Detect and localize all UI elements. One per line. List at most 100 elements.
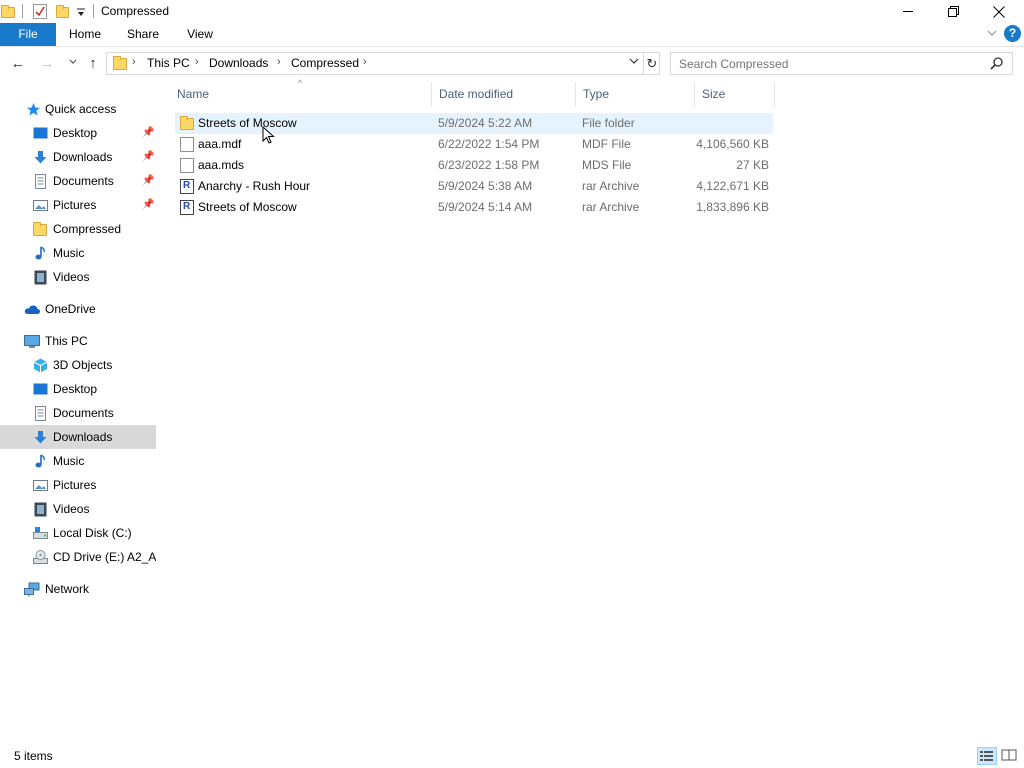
sidebar-item-network[interactable]: Network — [0, 577, 156, 601]
recent-locations-button[interactable] — [64, 55, 82, 73]
sidebar-item-this-pc[interactable]: This PC — [0, 329, 156, 353]
column-header-type[interactable]: Type — [576, 82, 695, 107]
file-name[interactable]: Streets of Moscow — [198, 200, 297, 214]
pin-icon[interactable]: 📌 — [142, 127, 154, 138]
back-button[interactable]: ← — [9, 55, 27, 73]
sidebar-item-cd-drive[interactable]: CD Drive (E:) A2_AN — [0, 545, 156, 569]
sidebar-item-quick-access[interactable]: Quick access — [0, 97, 156, 121]
sidebar-item-label: Quick access — [45, 102, 117, 116]
item-count: 5 items — [14, 749, 53, 763]
sidebar-item-videos[interactable]: Videos — [0, 497, 156, 521]
sidebar-item-label: Videos — [53, 502, 90, 516]
file-type: rar Archive — [582, 200, 640, 214]
new-folder-icon[interactable] — [56, 5, 69, 18]
sidebar-item-label: Local Disk (C:) — [53, 526, 132, 540]
file-date: 5/9/2024 5:22 AM — [438, 116, 533, 130]
sidebar-item-3d-objects[interactable]: 3D Objects — [0, 353, 156, 377]
file-size: 4,122,671 KB — [696, 179, 769, 193]
tab-share[interactable]: Share — [120, 23, 166, 46]
pictures-icon — [33, 478, 48, 493]
music-icon — [33, 454, 48, 469]
3d-objects-icon — [33, 358, 48, 373]
table-row[interactable]: aaa.mds 6/23/2022 1:58 PM MDS File 27 KB — [175, 155, 773, 176]
breadcrumb-compressed[interactable]: Compressed — [291, 56, 359, 70]
large-icons-view-icon[interactable] — [1000, 747, 1020, 765]
breadcrumb-separator[interactable]: › — [195, 56, 199, 68]
sidebar-item-label: Documents — [53, 174, 114, 188]
sidebar-item-label: Music — [53, 246, 85, 260]
address-bar[interactable]: › This PC › Downloads › Compressed › ↻ — [106, 52, 660, 75]
search-box[interactable] — [670, 52, 1013, 75]
file-name[interactable]: aaa.mdf — [198, 137, 241, 151]
sidebar-item-pictures[interactable]: Pictures 📌 — [0, 193, 156, 217]
desktop-icon — [33, 126, 48, 141]
sidebar-item-label: Downloads — [53, 150, 113, 164]
refresh-button[interactable]: ↻ — [643, 53, 660, 74]
search-icon[interactable] — [989, 56, 1005, 72]
sidebar-item-label: Network — [45, 582, 90, 596]
file-name[interactable]: Anarchy - Rush Hour — [198, 179, 310, 193]
breadcrumb-separator[interactable]: › — [363, 56, 367, 68]
sidebar-item-music[interactable]: Music — [0, 449, 156, 473]
navigation-bar: ← → ↑ › This PC › Downloads › Compressed… — [0, 47, 1024, 81]
details-view-icon[interactable] — [977, 747, 997, 765]
file-name[interactable]: aaa.mds — [198, 158, 244, 172]
tab-home[interactable]: Home — [60, 23, 110, 46]
customize-dropdown-icon[interactable] — [75, 5, 87, 19]
sidebar-item-documents[interactable]: Documents — [0, 401, 156, 425]
forward-button[interactable]: → — [38, 55, 56, 73]
sidebar-item-downloads[interactable]: Downloads — [0, 425, 156, 449]
window-title: Compressed — [101, 4, 170, 18]
column-header-size[interactable]: Size — [695, 82, 775, 107]
file-date: 6/22/2022 1:54 PM — [438, 137, 540, 151]
file-name[interactable]: Streets of Moscow — [198, 116, 297, 130]
sidebar-item-downloads[interactable]: Downloads 📌 — [0, 145, 156, 169]
pin-icon[interactable]: 📌 — [142, 151, 154, 162]
sidebar-item-label: Desktop — [53, 126, 98, 140]
sidebar-item-label: Compressed — [53, 222, 122, 236]
properties-icon[interactable] — [33, 4, 47, 19]
up-button[interactable]: ↑ — [84, 55, 102, 73]
breadcrumb-downloads[interactable]: Downloads — [209, 56, 268, 70]
table-row[interactable]: Streets of Moscow 5/9/2024 5:14 AM rar A… — [175, 197, 773, 218]
rar-archive-icon — [180, 200, 194, 215]
sidebar-item-onedrive[interactable]: OneDrive — [0, 297, 156, 321]
sidebar-item-label: Desktop — [53, 382, 98, 396]
help-icon[interactable]: ? — [1004, 25, 1021, 42]
sidebar-item-desktop[interactable]: Desktop — [0, 377, 156, 401]
file-size: 4,106,560 KB — [696, 137, 769, 151]
sidebar-item-documents[interactable]: Documents 📌 — [0, 169, 156, 193]
pin-icon[interactable]: 📌 — [142, 175, 154, 186]
sidebar-item-compressed[interactable]: Compressed — [0, 217, 156, 241]
star-icon — [26, 102, 41, 117]
rar-archive-icon — [180, 179, 194, 194]
sidebar-item-label: This PC — [45, 334, 88, 348]
sidebar-item-music[interactable]: Music — [0, 241, 156, 265]
file-icon — [180, 158, 194, 173]
breadcrumb-separator[interactable]: › — [132, 56, 136, 68]
expand-ribbon-icon[interactable] — [985, 27, 999, 41]
close-button[interactable] — [976, 0, 1022, 23]
folder-icon — [33, 222, 47, 236]
sidebar-item-label: Documents — [53, 406, 114, 420]
sidebar-item-desktop[interactable]: Desktop 📌 — [0, 121, 156, 145]
sidebar-item-videos[interactable]: Videos — [0, 265, 156, 289]
tab-file[interactable]: File — [0, 23, 56, 46]
pin-icon[interactable]: 📌 — [142, 199, 154, 210]
sidebar-item-label: Videos — [53, 270, 90, 284]
address-dropdown-icon[interactable] — [627, 55, 641, 72]
folder-icon — [113, 56, 127, 70]
sidebar-item-label: CD Drive (E:) A2_AN — [53, 550, 156, 564]
breadcrumb-separator[interactable]: › — [277, 56, 281, 68]
documents-icon — [33, 406, 48, 421]
breadcrumb-this-pc[interactable]: This PC — [147, 56, 190, 70]
tab-view[interactable]: View — [178, 23, 222, 46]
search-input[interactable] — [671, 53, 981, 74]
sidebar-item-pictures[interactable]: Pictures — [0, 473, 156, 497]
navigation-pane: Quick access Desktop 📌 Downloads 📌 Docum… — [0, 97, 157, 737]
minimize-button[interactable] — [885, 0, 931, 23]
restore-button[interactable] — [930, 0, 976, 23]
column-header-date-modified[interactable]: Date modified — [432, 82, 576, 107]
sidebar-item-local-disk[interactable]: Local Disk (C:) — [0, 521, 156, 545]
table-row[interactable]: Anarchy - Rush Hour 5/9/2024 5:38 AM rar… — [175, 176, 773, 197]
